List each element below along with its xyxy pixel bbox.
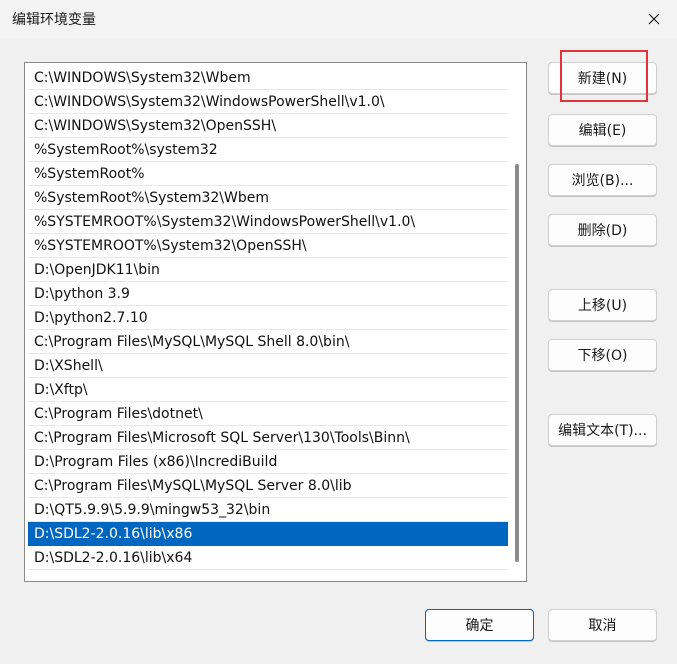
vertical-scrollbar[interactable] [511, 66, 523, 578]
move-up-button[interactable]: 上移(U) [548, 289, 657, 321]
delete-button[interactable]: 删除(D) [548, 214, 657, 246]
browse-button[interactable]: 浏览(B)... [548, 164, 657, 196]
path-list-item[interactable]: D:\XShell\ [28, 354, 508, 378]
title-bar: 编辑环境变量 [0, 0, 677, 38]
path-list-item[interactable]: D:\QT5.9.9\5.9.9\mingw53_32\bin [28, 498, 508, 522]
path-list-item[interactable]: D:\Program Files (x86)\IncrediBuild [28, 450, 508, 474]
path-list-item[interactable]: D:\OpenJDK11\bin [28, 258, 508, 282]
path-list-item[interactable]: D:\SDL2-2.0.16\lib\x64 [28, 546, 508, 570]
scrollbar-thumb[interactable] [515, 164, 519, 562]
path-list-item[interactable]: C:\Program Files\MySQL\MySQL Shell 8.0\b… [28, 330, 508, 354]
new-button[interactable]: 新建(N) [548, 62, 657, 94]
path-list-item[interactable]: C:\Program Files\MySQL\MySQL Server 8.0\… [28, 474, 508, 498]
ok-button[interactable]: 确定 [425, 609, 534, 641]
path-list-item[interactable]: %SystemRoot% [28, 162, 508, 186]
path-list-item[interactable]: D:\python 3.9 [28, 282, 508, 306]
path-list-item[interactable]: D:\python2.7.10 [28, 306, 508, 330]
path-list-item[interactable]: C:\Program Files\dotnet\ [28, 402, 508, 426]
close-button[interactable] [631, 0, 677, 38]
path-list-item[interactable]: %SystemRoot%\system32 [28, 138, 508, 162]
path-list-item[interactable]: C:\WINDOWS\System32\Wbem [28, 66, 508, 90]
close-icon [648, 13, 660, 25]
window-title: 编辑环境变量 [12, 12, 96, 28]
path-list-item[interactable]: C:\WINDOWS\System32\WindowsPowerShell\v1… [28, 90, 508, 114]
path-list-item[interactable]: %SystemRoot%\System32\Wbem [28, 186, 508, 210]
path-list-item[interactable]: C:\WINDOWS\System32\OpenSSH\ [28, 114, 508, 138]
edit-text-button[interactable]: 编辑文本(T)... [548, 414, 657, 446]
edit-button[interactable]: 编辑(E) [548, 114, 657, 146]
path-list-item[interactable]: %SYSTEMROOT%\System32\WindowsPowerShell\… [28, 210, 508, 234]
path-list-item[interactable]: %SYSTEMROOT%\System32\OpenSSH\ [28, 234, 508, 258]
path-list-item[interactable]: D:\Xftp\ [28, 378, 508, 402]
path-list-item[interactable]: C:\Program Files\Microsoft SQL Server\13… [28, 426, 508, 450]
path-list-items: C:\WINDOWS\System32\Wbem C:\WINDOWS\Syste… [28, 66, 508, 570]
cancel-button[interactable]: 取消 [548, 609, 657, 641]
path-list-item[interactable]: D:\SDL2-2.0.16\lib\x86 [28, 522, 508, 546]
path-list[interactable]: C:\WINDOWS\System32\Wbem C:\WINDOWS\Syste… [24, 62, 527, 582]
move-down-button[interactable]: 下移(O) [548, 339, 657, 371]
